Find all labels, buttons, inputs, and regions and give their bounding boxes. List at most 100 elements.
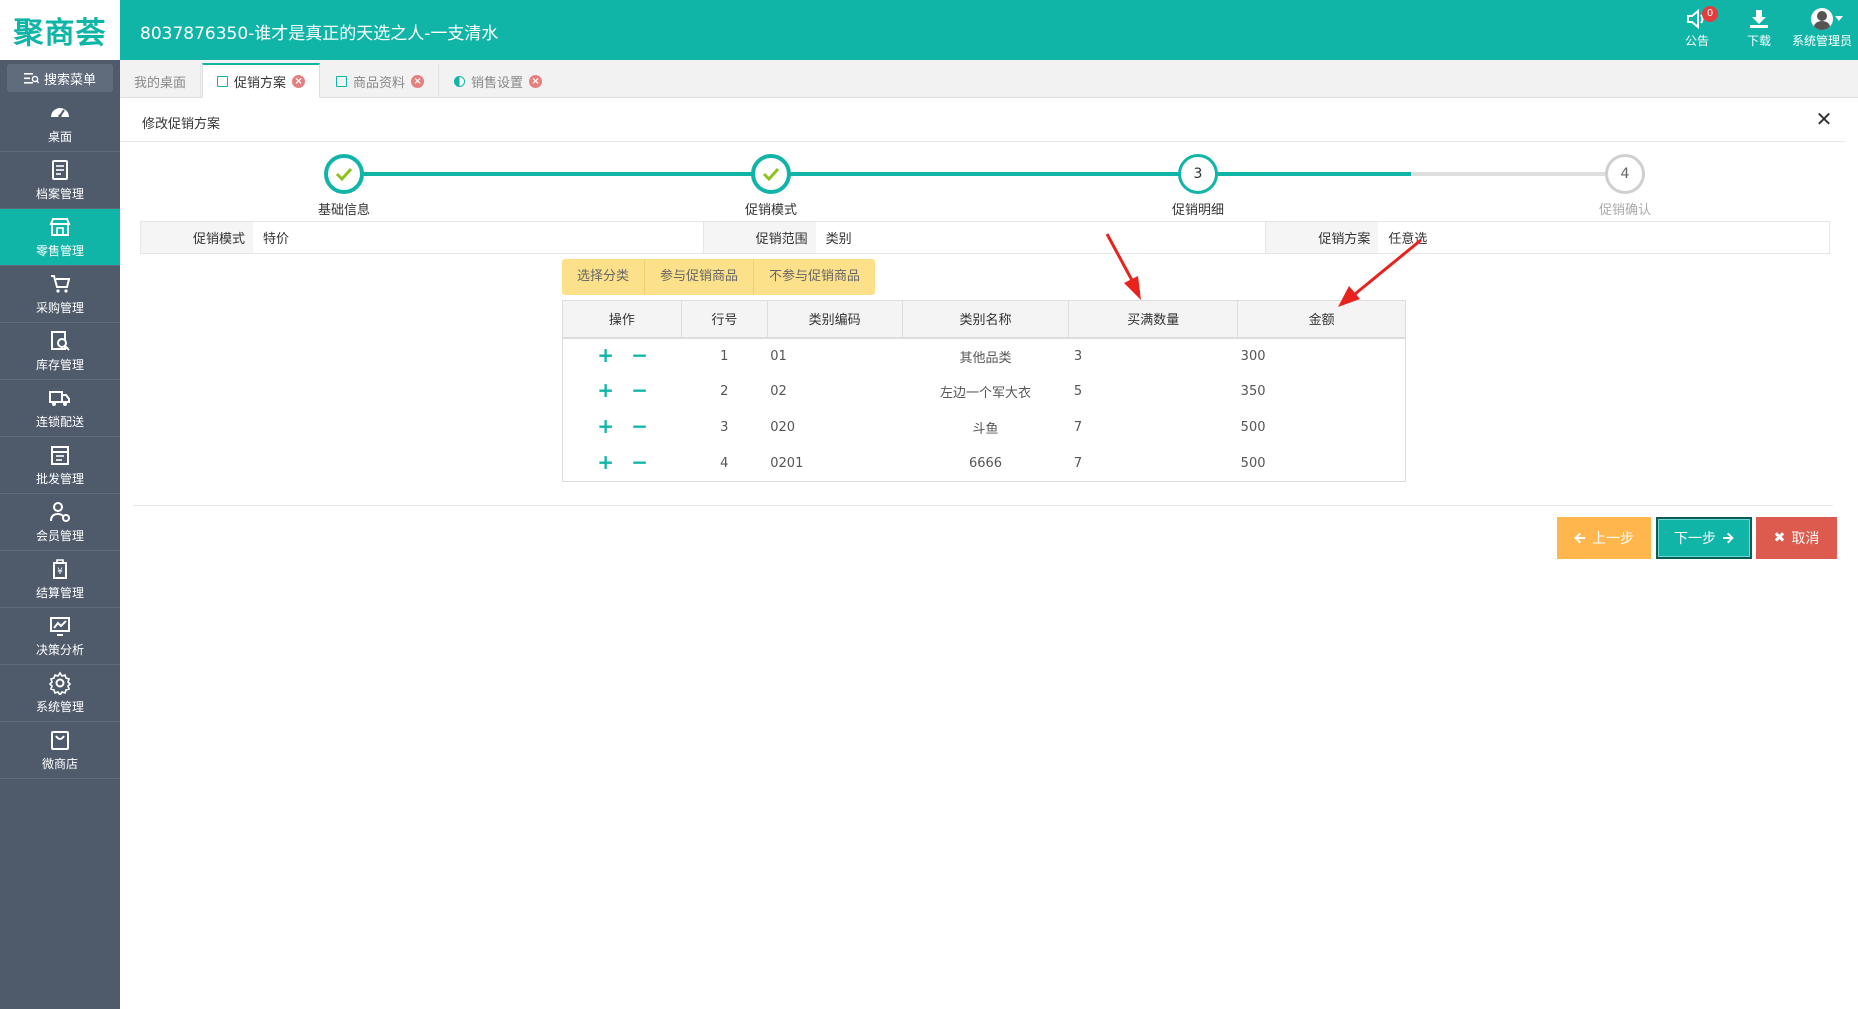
step-3-label: 促销明细 bbox=[1171, 203, 1224, 218]
promotion-mode-value: 特价 bbox=[253, 222, 704, 253]
sidebar: 搜索菜单 桌面 档案管理 零售管理 采购管理 库存管理 连锁配送 批发管理 会员… bbox=[0, 60, 120, 1009]
check-icon bbox=[762, 167, 780, 181]
cell-category-code[interactable]: 0201 bbox=[767, 446, 902, 482]
download-label: 下载 bbox=[1746, 34, 1771, 48]
list-icon bbox=[217, 75, 228, 87]
tab-label: 促销方案 bbox=[234, 75, 287, 91]
promotion-detail-table: 操作 行号 类别编码 类别名称 买满数量 金额 + − 1 01 其他品类 3 3… bbox=[562, 300, 1406, 482]
tab-label: 商品资料 bbox=[353, 75, 406, 91]
tab-goods-info[interactable]: 商品资料 × bbox=[322, 64, 440, 98]
download-icon bbox=[1750, 10, 1768, 28]
step-3-circle: 3 bbox=[1178, 154, 1218, 194]
close-icon[interactable]: × bbox=[529, 74, 543, 88]
sidebar-item-inventory[interactable]: 库存管理 bbox=[0, 323, 120, 380]
sidebar-item-label: 结算管理 bbox=[35, 586, 84, 600]
cancel-label: 取消 bbox=[1791, 531, 1820, 547]
times-icon: ✖ bbox=[1773, 530, 1786, 546]
sidebar-item-analysis[interactable]: 决策分析 bbox=[0, 608, 120, 665]
cell-amount[interactable]: 500 bbox=[1238, 410, 1406, 446]
sidebar-item-distribution[interactable]: 连锁配送 bbox=[0, 380, 120, 437]
sidebar-item-purchase[interactable]: 采购管理 bbox=[0, 266, 120, 323]
row-operations: + − bbox=[563, 374, 682, 410]
panel-title: 修改促销方案 bbox=[142, 117, 221, 132]
column-header-row-number: 行号 bbox=[681, 300, 768, 339]
previous-step-button[interactable]: 上一步 bbox=[1557, 517, 1651, 559]
cell-category-name: 左边一个军大衣 bbox=[940, 386, 1032, 401]
inventory-search-icon bbox=[51, 331, 70, 351]
step-remaining-line bbox=[1411, 172, 1625, 176]
add-row-icon[interactable]: + bbox=[597, 452, 614, 472]
cell-category-code[interactable]: 02 bbox=[767, 374, 902, 410]
cell-category-name: 6666 bbox=[968, 455, 1003, 471]
remove-row-icon[interactable]: − bbox=[631, 380, 648, 400]
sidebar-item-wholesale[interactable]: 批发管理 bbox=[0, 437, 120, 494]
step-2-label: 促销模式 bbox=[744, 203, 797, 218]
close-icon[interactable]: ✕ bbox=[1813, 108, 1835, 130]
step-1-label: 基础信息 bbox=[317, 203, 370, 218]
wholesale-icon bbox=[51, 446, 69, 465]
step-1-circle bbox=[324, 154, 364, 194]
search-menu-button[interactable]: 搜索菜单 bbox=[7, 64, 113, 92]
cell-full-quantity[interactable]: 7 bbox=[1069, 446, 1238, 482]
step-4-label: 促销确认 bbox=[1598, 203, 1651, 218]
sidebar-item-settlement[interactable]: ¥ 结算管理 bbox=[0, 551, 120, 608]
sidebar-item-label: 微商店 bbox=[41, 757, 78, 771]
step-4-number: 4 bbox=[1620, 166, 1630, 182]
sidebar-item-retail[interactable]: 零售管理 bbox=[0, 209, 120, 266]
close-icon[interactable]: × bbox=[411, 74, 425, 88]
cell-amount[interactable]: 350 bbox=[1238, 374, 1406, 410]
sidebar-item-label: 决策分析 bbox=[35, 643, 84, 657]
tab-label: 我的桌面 bbox=[134, 75, 187, 91]
arrow-right-icon bbox=[1723, 532, 1734, 544]
notice-button[interactable]: 0 公告 bbox=[1672, 6, 1722, 54]
cell-row-number: 2 bbox=[720, 384, 729, 399]
promotion-scope-value: 类别 bbox=[816, 222, 1267, 253]
add-row-icon[interactable]: + bbox=[597, 345, 614, 365]
promotion-plan-value: 任意选 bbox=[1388, 232, 1428, 247]
sidebar-item-label: 会员管理 bbox=[35, 529, 84, 543]
sidebar-item-label: 连锁配送 bbox=[35, 415, 84, 429]
sidebar-item-microshop[interactable]: 微商店 bbox=[0, 722, 120, 779]
close-icon[interactable]: × bbox=[292, 74, 306, 88]
menu-search-icon bbox=[23, 72, 39, 84]
user-menu[interactable]: 系统管理员 bbox=[1792, 8, 1852, 54]
step-3-number: 3 bbox=[1193, 166, 1203, 182]
cell-full-quantity[interactable]: 3 bbox=[1069, 338, 1238, 374]
download-button[interactable]: 下载 bbox=[1734, 8, 1784, 54]
add-row-icon[interactable]: + bbox=[597, 380, 614, 400]
sidebar-item-desktop[interactable]: 桌面 bbox=[0, 95, 120, 152]
cell-amount[interactable]: 500 bbox=[1238, 446, 1406, 482]
add-row-icon[interactable]: + bbox=[597, 416, 614, 436]
cell-row-number: 1 bbox=[720, 348, 729, 364]
choose-category-button[interactable]: 选择分类 bbox=[562, 259, 646, 295]
next-step-button[interactable]: 下一步 bbox=[1656, 517, 1752, 559]
tab-sales-settings[interactable]: 销售设置 × bbox=[440, 64, 556, 98]
sidebar-item-label: 采购管理 bbox=[35, 301, 84, 315]
cell-category-code[interactable]: 020 bbox=[767, 410, 902, 446]
tab-bar: 我的桌面 促销方案 × 商品资料 × 销售设置 × bbox=[120, 60, 1858, 98]
cell-full-quantity[interactable]: 5 bbox=[1069, 374, 1238, 410]
sidebar-item-member[interactable]: 会员管理 bbox=[0, 494, 120, 551]
sidebar-item-label: 批发管理 bbox=[35, 472, 84, 486]
cell-amount[interactable]: 300 bbox=[1238, 338, 1406, 374]
sidebar-item-label: 系统管理 bbox=[35, 700, 84, 714]
cart-icon bbox=[51, 275, 71, 293]
sidebar-item-archive[interactable]: 档案管理 bbox=[0, 152, 120, 209]
cell-category-code[interactable]: 01 bbox=[767, 338, 902, 374]
remove-row-icon[interactable]: − bbox=[631, 416, 648, 436]
tab-my-desktop[interactable]: 我的桌面 bbox=[120, 64, 202, 98]
join-promotion-goods-button[interactable]: 参与促销商品 bbox=[645, 259, 755, 295]
arrow-left-icon bbox=[1574, 532, 1585, 544]
user-label: 系统管理员 bbox=[1792, 34, 1853, 48]
column-header-category-code: 类别编码 bbox=[767, 300, 903, 339]
remove-row-icon[interactable]: − bbox=[631, 345, 648, 365]
avatar bbox=[1811, 8, 1833, 30]
remove-row-icon[interactable]: − bbox=[631, 452, 648, 472]
tab-promotion-plan[interactable]: 促销方案 × bbox=[202, 63, 321, 98]
promotion-plan-cell: 促销方案 任意选 bbox=[1266, 222, 1829, 253]
column-header-operation: 操作 bbox=[562, 300, 682, 339]
cancel-button[interactable]: ✖ 取消 bbox=[1756, 517, 1837, 559]
cell-full-quantity[interactable]: 7 bbox=[1069, 410, 1238, 446]
sidebar-item-system[interactable]: 系统管理 bbox=[0, 665, 120, 722]
exclude-promotion-goods-button[interactable]: 不参与促销商品 bbox=[754, 259, 875, 295]
